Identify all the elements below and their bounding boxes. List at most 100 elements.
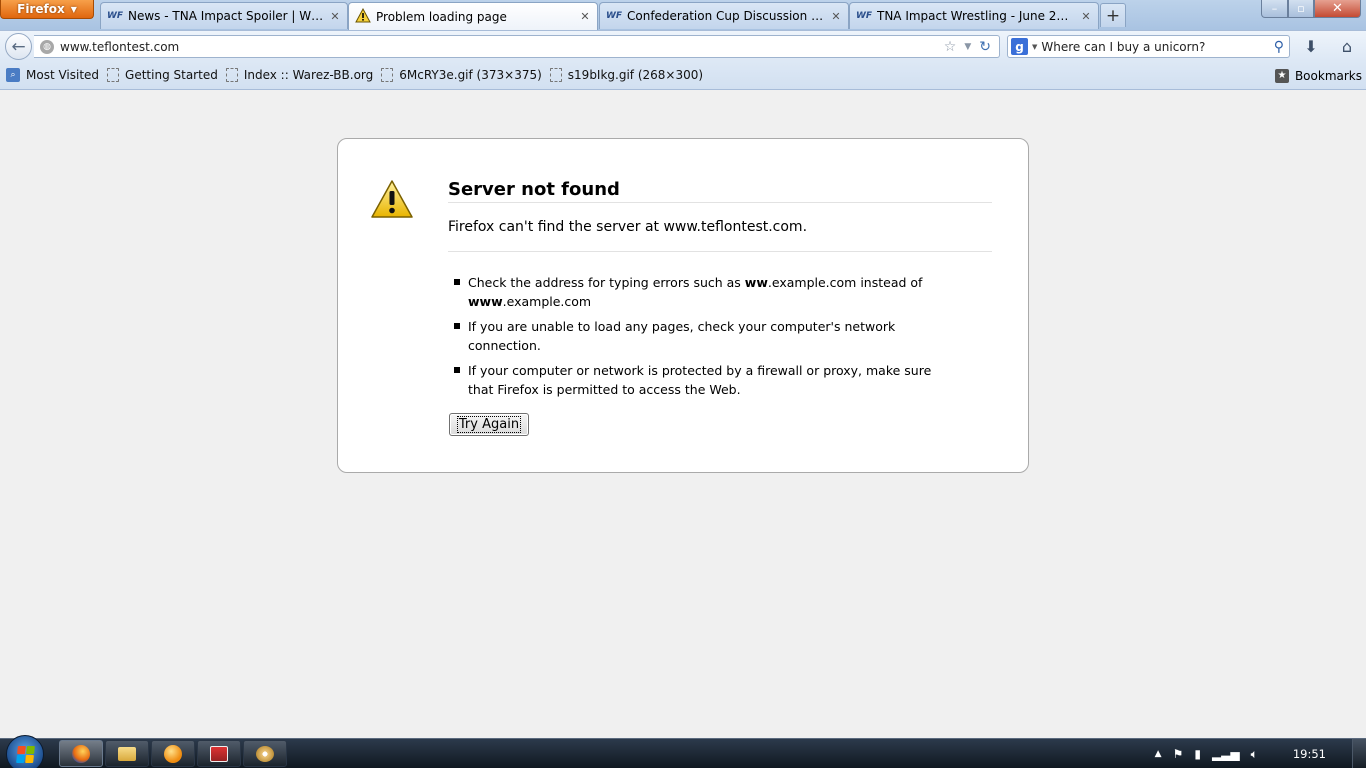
- warning-icon: [355, 7, 371, 26]
- close-window-button[interactable]: ✕: [1314, 0, 1361, 18]
- media-player-icon: [164, 744, 182, 763]
- firefox-menu-button[interactable]: Firefox ▼: [0, 0, 94, 19]
- page-content: Server not found Firefox can't find the …: [0, 90, 1366, 738]
- tab-news-tna[interactable]: WF News - TNA Impact Spoiler | WWE Fo...…: [100, 2, 348, 29]
- tab-problem-loading[interactable]: Problem loading page ✕: [348, 2, 598, 30]
- google-engine-icon[interactable]: g: [1011, 38, 1028, 55]
- power-icon[interactable]: ▮: [1194, 747, 1201, 761]
- start-button[interactable]: [6, 735, 44, 768]
- url-input[interactable]: [60, 39, 944, 54]
- try-again-label: Try Again: [456, 416, 522, 433]
- bookmark-6mcry3e-gif[interactable]: 6McRY3e.gif (373×375): [377, 68, 546, 82]
- paint-icon: [256, 745, 274, 762]
- navigation-toolbar: ← ◍ ☆ ▼ ↻ g ▼ ⚲ ⬇ ⌂: [0, 30, 1366, 61]
- bookmarks-menu-button[interactable]: ★ Bookmarks: [1274, 61, 1362, 90]
- caret-down-icon: ▼: [70, 4, 77, 14]
- tab-close-icon[interactable]: ✕: [1080, 10, 1092, 23]
- tab-label: News - TNA Impact Spoiler | WWE Fo...: [128, 9, 324, 23]
- search-input[interactable]: [1041, 39, 1274, 54]
- bookmark-most-visited[interactable]: ⌕ Most Visited: [2, 68, 103, 82]
- list-item: Check the address for typing errors such…: [454, 273, 954, 311]
- most-visited-icon: ⌕: [6, 68, 20, 82]
- back-button[interactable]: ←: [5, 33, 32, 60]
- taskbar-clock[interactable]: 19:51: [1293, 747, 1326, 761]
- bookmark-warez-bb[interactable]: Index :: Warez-BB.org: [222, 68, 377, 82]
- search-bar[interactable]: g ▼ ⚲: [1007, 35, 1290, 58]
- volume-icon[interactable]: 🔈︎: [1251, 747, 1258, 762]
- globe-icon: ◍: [40, 39, 54, 54]
- tab-confederation-cup[interactable]: WF Confederation Cup Discussion Threa...…: [599, 2, 849, 29]
- minimize-button[interactable]: –: [1261, 0, 1288, 18]
- back-arrow-icon: ←: [11, 36, 26, 57]
- calendar-icon: [210, 745, 228, 762]
- new-tab-button[interactable]: +: [1100, 3, 1126, 27]
- error-page-container: Server not found Firefox can't find the …: [337, 138, 1029, 473]
- firefox-menu-label: Firefox: [17, 2, 65, 16]
- bookmark-label: 6McRY3e.gif (373×375): [399, 68, 542, 82]
- tip-text: .example.com instead of: [767, 275, 923, 290]
- bookmark-getting-started[interactable]: Getting Started: [103, 68, 222, 82]
- warning-icon: [370, 179, 414, 222]
- bookmarks-toolbar: ⌕ Most Visited Getting Started Index :: …: [0, 61, 1366, 90]
- page-icon: [225, 68, 238, 82]
- tab-close-icon[interactable]: ✕: [329, 10, 341, 23]
- taskbar-firefox[interactable]: [59, 740, 103, 767]
- taskbar-explorer[interactable]: [105, 740, 149, 767]
- taskbar: ▲ ⚑ ▮ ▂▃▅ 🔈︎ 19:51: [0, 735, 1366, 768]
- page-icon: [107, 68, 120, 82]
- page-icon: [549, 68, 562, 82]
- bookmark-label: Index :: Warez-BB.org: [243, 68, 374, 82]
- maximize-icon: ▫: [1297, 2, 1305, 15]
- show-hidden-icons-icon[interactable]: ▲: [1155, 749, 1162, 759]
- taskbar-media-player[interactable]: [151, 740, 195, 767]
- downloads-button[interactable]: ⬇: [1299, 35, 1323, 58]
- close-icon: ✕: [1332, 1, 1343, 16]
- tip-bold-text: www: [468, 294, 503, 309]
- firefox-icon: [72, 744, 90, 763]
- tip-bold-text: ww: [744, 275, 768, 290]
- try-again-button[interactable]: Try Again: [449, 413, 529, 436]
- tab-close-icon[interactable]: ✕: [579, 10, 591, 23]
- wf-favicon-icon: WF: [606, 11, 623, 21]
- maximize-button[interactable]: ▫: [1288, 0, 1314, 18]
- error-title: Server not found: [448, 179, 992, 203]
- bookmarks-menu-label: Bookmarks: [1294, 68, 1362, 83]
- bookmark-star-icon[interactable]: ☆: [944, 39, 957, 55]
- url-bar[interactable]: ◍ ☆ ▼ ↻: [34, 35, 1000, 58]
- bookmark-s19bikg-gif[interactable]: s19bIkg.gif (268×300): [546, 68, 707, 82]
- taskbar-paint[interactable]: [243, 740, 287, 767]
- title-bar: Firefox ▼ WF News - TNA Impact Spoiler |…: [0, 0, 1366, 30]
- page-icon: [381, 68, 394, 82]
- action-center-flag-icon[interactable]: ⚑: [1173, 747, 1184, 761]
- list-item: If you are unable to load any pages, che…: [454, 317, 954, 355]
- bookmark-label: s19bIkg.gif (268×300): [567, 68, 704, 82]
- tab-close-icon[interactable]: ✕: [830, 10, 842, 23]
- download-arrow-icon: ⬇: [1304, 37, 1318, 56]
- wf-favicon-icon: WF: [856, 11, 873, 21]
- tip-text: .example.com: [502, 294, 592, 309]
- reload-icon[interactable]: ↻: [979, 39, 991, 55]
- error-description: Firefox can't find the server at www.tef…: [448, 219, 992, 252]
- taskbar-calendar[interactable]: [197, 740, 241, 767]
- show-desktop-button[interactable]: [1352, 739, 1366, 768]
- system-tray: ▲ ⚑ ▮ ▂▃▅ 🔈︎ 19:51: [1155, 739, 1366, 768]
- tab-tna-impact-wrestling[interactable]: WF TNA Impact Wrestling - June 20th, 20.…: [849, 2, 1099, 29]
- magnifier-icon[interactable]: ⚲: [1274, 39, 1284, 55]
- home-icon: ⌂: [1341, 37, 1353, 56]
- home-button[interactable]: ⌂: [1335, 35, 1359, 58]
- minimize-icon: –: [1271, 2, 1278, 15]
- bookmark-label: Most Visited: [26, 68, 100, 82]
- history-dropdown-icon[interactable]: ▼: [964, 42, 971, 52]
- plus-icon: +: [1105, 5, 1121, 26]
- windows-logo-icon: [15, 745, 35, 763]
- list-item: If your computer or network is protected…: [454, 361, 954, 399]
- network-signal-icon[interactable]: ▂▃▅: [1212, 747, 1240, 761]
- engine-dropdown-icon[interactable]: ▼: [1032, 43, 1037, 51]
- bookmarks-star-icon: ★: [1274, 68, 1289, 83]
- tab-label: Problem loading page: [376, 9, 507, 24]
- tab-label: Confederation Cup Discussion Threa...: [627, 9, 825, 23]
- tab-label: TNA Impact Wrestling - June 20th, 20...: [877, 9, 1075, 23]
- error-tips-list: Check the address for typing errors such…: [454, 273, 954, 405]
- folder-icon: [118, 746, 136, 761]
- wf-favicon-icon: WF: [107, 11, 124, 21]
